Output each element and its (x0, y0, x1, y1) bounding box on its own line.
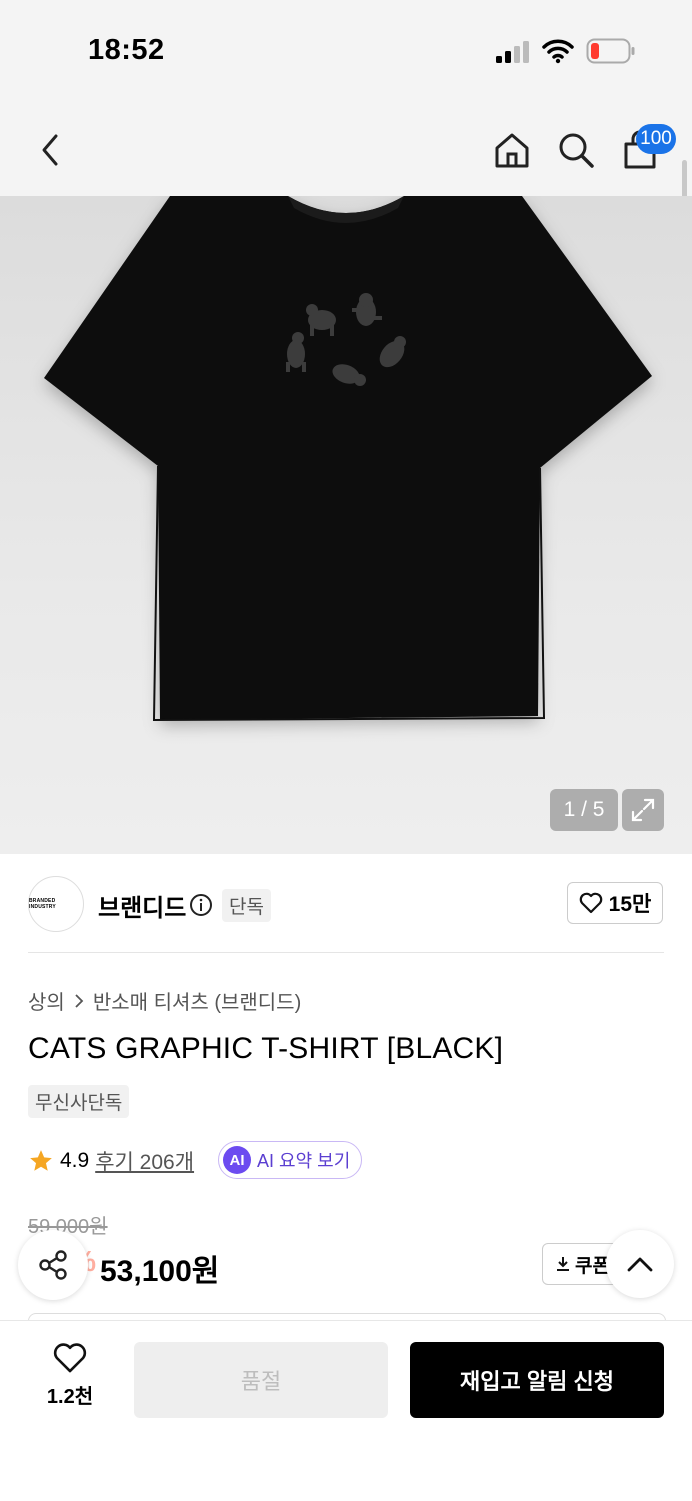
ai-summary-label: AI 요약 보기 (257, 1151, 351, 1171)
info-icon (190, 894, 212, 916)
share-button[interactable] (18, 1230, 88, 1300)
image-counter: 1 / 5 (550, 789, 618, 831)
brand-logo-text: BRANDED INDUSTRY (29, 898, 56, 910)
breadcrumb-subcategory[interactable]: 반소매 티셔츠 (브랜디드) (93, 986, 301, 1015)
chevron-right-icon (75, 993, 84, 1008)
home-button[interactable] (490, 126, 534, 174)
divider (28, 952, 664, 953)
brand-logo[interactable]: BRANDED INDUSTRY (28, 876, 84, 932)
battery-icon (586, 38, 635, 64)
exclusive-tag: 단독 (222, 889, 271, 922)
wish-button[interactable]: 1.2천 (28, 1342, 112, 1420)
search-button[interactable] (554, 126, 598, 174)
share-icon (39, 1250, 67, 1280)
chevron-left-icon (42, 134, 58, 166)
rating-value: 4.9 (60, 1149, 90, 1172)
ai-summary-button[interactable]: AI AI 요약 보기 (218, 1141, 362, 1179)
brand-name[interactable]: 브랜디드 (98, 888, 186, 923)
heart-icon (579, 892, 602, 914)
expand-button[interactable] (622, 789, 664, 831)
restock-alert-button[interactable]: 재입고 알림 신청 (410, 1342, 664, 1418)
search-icon (559, 133, 594, 168)
status-time: 18:52 (88, 34, 165, 66)
rating-row: 4.9 후기 206개 (28, 1146, 194, 1176)
download-icon (557, 1257, 569, 1271)
breadcrumb-category[interactable]: 상의 (28, 986, 65, 1015)
back-button[interactable] (28, 126, 72, 174)
cart-count-badge: 100 (636, 124, 676, 154)
breadcrumb: 상의 반소매 티셔츠 (브랜디드) (28, 986, 301, 1015)
home-icon (495, 133, 529, 168)
soldout-button[interactable]: 품절 (134, 1342, 388, 1418)
expand-icon (631, 798, 655, 822)
wifi-icon (542, 39, 574, 64)
scroll-top-button[interactable] (606, 1230, 674, 1298)
brand-info-button[interactable] (188, 892, 214, 918)
review-link[interactable]: 후기 206개 (95, 1146, 194, 1176)
ai-icon: AI (223, 1146, 251, 1174)
product-title: CATS GRAPHIC T-SHIRT [BLACK] (28, 1032, 504, 1065)
brand-like-count: 15만 (608, 893, 652, 916)
heart-outline-icon (53, 1343, 87, 1373)
brand-like-button[interactable]: 15만 (567, 882, 663, 924)
exclusive-label: 무신사단독 (28, 1085, 130, 1118)
sale-price: 53,100원 (100, 1255, 220, 1288)
t-shirt-image (44, 196, 652, 722)
chevron-up-icon (627, 1257, 653, 1272)
star-icon (30, 1150, 52, 1171)
signal-icon (496, 41, 529, 63)
product-image[interactable] (0, 196, 692, 854)
wish-count: 1.2천 (46, 1386, 94, 1408)
